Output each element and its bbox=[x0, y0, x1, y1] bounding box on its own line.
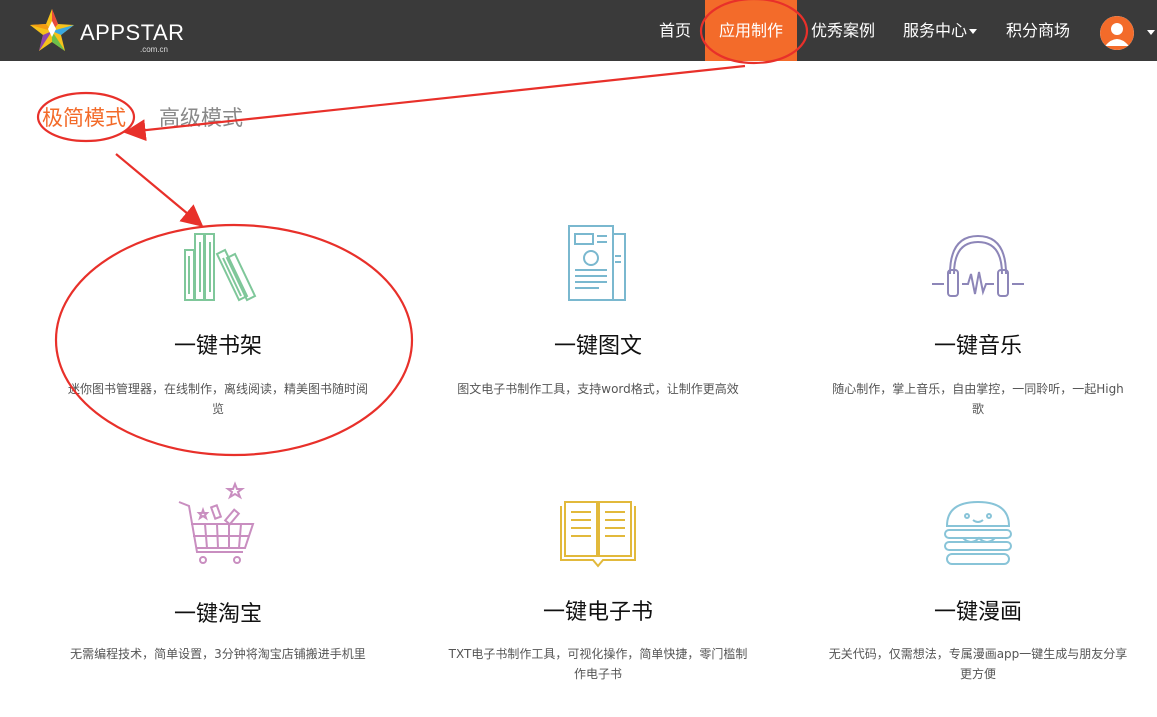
card-description: TXT电子书制作工具，可视化操作，简单快捷，零门槛制作电子书 bbox=[448, 647, 748, 681]
card-music[interactable]: 一键音乐 随心制作，掌上音乐，自由掌控，一同聆听，一起High歌 bbox=[808, 222, 1148, 452]
avatar[interactable] bbox=[1100, 16, 1134, 50]
nav-service-center[interactable]: 服务中心 bbox=[895, 0, 985, 61]
top-nav-bar: APPSTAR .com.cn 首页 应用制作 优秀案例 服务中心 积分商场 bbox=[0, 0, 1157, 61]
tab-simple-mode[interactable]: 极简模式 bbox=[42, 102, 126, 132]
nav-cases-label: 优秀案例 bbox=[810, 21, 875, 40]
card-title: 一键电子书 bbox=[542, 600, 653, 625]
nav-app-create[interactable]: 应用制作 bbox=[705, 0, 797, 61]
card-title: 一键书架 bbox=[173, 334, 262, 359]
card-graphic-text[interactable]: 一键图文 图文电子书制作工具，支持word格式，让制作更高效 bbox=[428, 222, 768, 452]
nav-points-mall[interactable]: 积分商场 bbox=[998, 0, 1078, 61]
card-title: 一键漫画 bbox=[933, 600, 1022, 625]
burger-icon bbox=[944, 500, 1012, 565]
nav-cases[interactable]: 优秀案例 bbox=[803, 0, 883, 61]
nav-points-mall-label: 积分商场 bbox=[1005, 21, 1070, 40]
card-description: 无关代码，仅需想法，专属漫画app一键生成与朋友分享更方便 bbox=[828, 647, 1128, 681]
logo-text: APPSTAR bbox=[80, 20, 185, 45]
logo-subtext: .com.cn bbox=[140, 45, 169, 54]
card-description: 图文电子书制作工具，支持word格式，让制作更高效 bbox=[457, 382, 739, 396]
nav-home-label: 首页 bbox=[658, 21, 691, 40]
open-book-icon bbox=[560, 501, 636, 568]
card-bookshelf[interactable]: 一键书架 迷你图书管理器，在线制作，离线阅读，精美图书随时阅览 bbox=[48, 222, 388, 452]
annotation-arrow-to-card bbox=[115, 153, 204, 227]
card-description: 无需编程技术，简单设置，3分钟将淘宝店铺搬进手机里 bbox=[70, 647, 366, 661]
avatar-chevron-down-icon[interactable] bbox=[1147, 30, 1155, 35]
card-description: 随心制作，掌上音乐，自由掌控，一同聆听，一起High歌 bbox=[832, 382, 1124, 416]
nav-home[interactable]: 首页 bbox=[645, 0, 705, 61]
nav-service-center-label: 服务中心 bbox=[902, 21, 967, 40]
card-title: 一键音乐 bbox=[933, 334, 1022, 359]
card-comic[interactable]: 一键漫画 无关代码，仅需想法，专属漫画app一键生成与朋友分享更方便 bbox=[808, 480, 1148, 710]
user-icon bbox=[1100, 16, 1134, 50]
logo[interactable]: APPSTAR .com.cn bbox=[28, 7, 184, 55]
headphones-icon bbox=[932, 234, 1024, 297]
nav-app-create-label: 应用制作 bbox=[718, 21, 783, 40]
chevron-down-icon bbox=[969, 29, 977, 34]
shopping-cart-icon bbox=[178, 481, 255, 564]
star-logo-icon bbox=[30, 9, 74, 51]
document-icon bbox=[568, 225, 626, 301]
bookshelf-icon bbox=[184, 233, 257, 302]
card-description: 迷你图书管理器，在线制作，离线阅读，精美图书随时阅览 bbox=[68, 382, 369, 416]
card-title: 一键图文 bbox=[553, 334, 642, 359]
card-title: 一键淘宝 bbox=[173, 602, 262, 627]
card-ebook[interactable]: 一键电子书 TXT电子书制作工具，可视化操作，简单快捷，零门槛制作电子书 bbox=[428, 480, 768, 710]
card-taobao[interactable]: 一键淘宝 无需编程技术，简单设置，3分钟将淘宝店铺搬进手机里 bbox=[48, 480, 388, 710]
tab-advanced-mode[interactable]: 高级模式 bbox=[159, 102, 243, 132]
